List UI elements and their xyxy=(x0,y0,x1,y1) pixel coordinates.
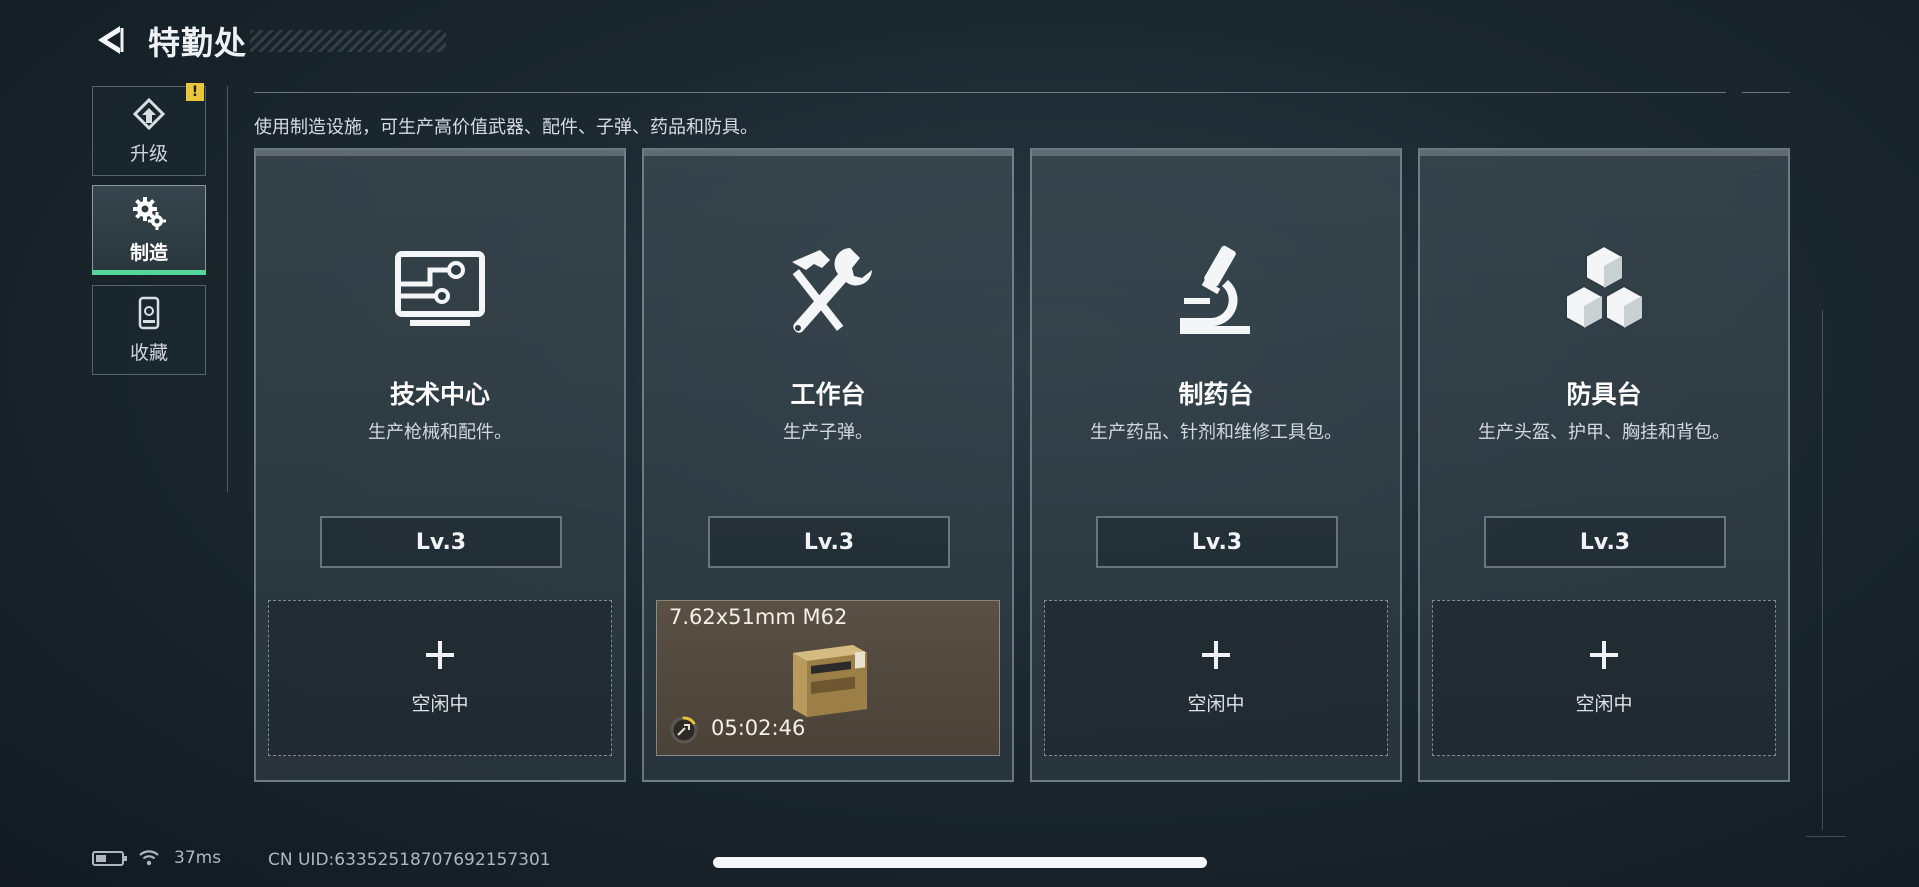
card-title: 防具台 xyxy=(1566,380,1642,409)
sidebar-item-label: 升级 xyxy=(129,142,168,165)
level-button[interactable]: Lv.3 xyxy=(708,516,950,568)
level-button[interactable]: Lv.3 xyxy=(1096,516,1338,568)
header-divider xyxy=(254,92,1726,93)
card-title: 工作台 xyxy=(790,380,866,409)
card-subtitle: 生产子弹。 xyxy=(783,422,873,443)
card-header-bar xyxy=(1032,150,1400,156)
production-slot[interactable]: 空闲中 xyxy=(1044,600,1388,756)
production-slot[interactable]: 空闲中 xyxy=(1432,600,1776,756)
ping-value: 37ms xyxy=(174,848,222,868)
cubes-icon xyxy=(1565,244,1643,330)
microscope-icon xyxy=(1180,245,1250,334)
card-header-bar xyxy=(644,150,1012,156)
background-line xyxy=(1822,310,1823,830)
sidebar-divider xyxy=(227,86,228,492)
page-title: 特勤处 xyxy=(148,24,248,62)
level-button[interactable]: Lv.3 xyxy=(320,516,562,568)
production-slot[interactable]: 空闲中 xyxy=(268,600,612,756)
ammo-box-image xyxy=(793,645,867,717)
background-line xyxy=(1806,836,1846,837)
sidebar-item-label: 制造 xyxy=(129,241,168,264)
hammer-wrench-icon xyxy=(792,248,872,333)
computer-icon xyxy=(395,251,485,326)
card-pharmacy[interactable]: 制药台 生产药品、针剂和维修工具包。 Lv.3 空闲中 xyxy=(1030,148,1402,782)
slot-status: 空闲中 xyxy=(411,693,469,715)
sidebar-item-craft[interactable]: 制造 xyxy=(92,185,206,275)
card-subtitle: 生产头盔、护甲、胸挂和背包。 xyxy=(1478,422,1730,443)
status-bar: 37ms xyxy=(92,848,221,868)
plus-icon xyxy=(1590,641,1618,669)
back-arrow-icon[interactable] xyxy=(92,22,126,58)
production-slot-active[interactable]: 7.62x51mm M62 05:02:46 xyxy=(656,600,1000,756)
card-workbench[interactable]: 工作台 生产子弹。 Lv.3 7.62x51mm M62 05:02:46 xyxy=(642,148,1014,782)
gears-icon xyxy=(133,196,166,230)
card-title: 技术中心 xyxy=(389,380,490,409)
upgrade-icon xyxy=(132,97,166,130)
card-title: 制药台 xyxy=(1178,380,1254,409)
level-button[interactable]: Lv.3 xyxy=(1484,516,1726,568)
card-armor-bench[interactable]: 防具台 生产头盔、护甲、胸挂和背包。 Lv.3 空闲中 xyxy=(1418,148,1790,782)
sidebar-item-label: 收藏 xyxy=(129,341,168,364)
slot-status: 空闲中 xyxy=(1575,693,1633,715)
alert-badge: ! xyxy=(186,83,204,101)
home-indicator[interactable] xyxy=(713,857,1207,868)
plus-icon xyxy=(426,641,454,669)
card-header-bar xyxy=(256,150,624,156)
battery-icon xyxy=(92,850,127,866)
sidebar-item-collection[interactable]: 收藏 xyxy=(92,285,206,375)
title-decoration xyxy=(250,30,446,52)
card-subtitle: 生产枪械和配件。 xyxy=(368,422,512,443)
production-item-name: 7.62x51mm M62 xyxy=(669,605,848,629)
user-uid: CN UID:63352518707692157301 xyxy=(268,850,551,870)
wifi-icon xyxy=(139,850,159,866)
timer-progress-icon xyxy=(670,716,698,744)
page-description: 使用制造设施，可生产高价值武器、配件、子弹、药品和防具。 xyxy=(254,117,758,138)
card-tech-center[interactable]: 技术中心 生产枪械和配件。 Lv.3 空闲中 xyxy=(254,148,626,782)
card-header-bar xyxy=(1420,150,1788,156)
slot-status: 空闲中 xyxy=(1187,693,1245,715)
collection-icon xyxy=(138,296,160,329)
header-divider xyxy=(1742,92,1790,93)
production-timer: 05:02:46 xyxy=(711,716,806,740)
card-subtitle: 生产药品、针剂和维修工具包。 xyxy=(1090,422,1342,443)
plus-icon xyxy=(1202,641,1230,669)
